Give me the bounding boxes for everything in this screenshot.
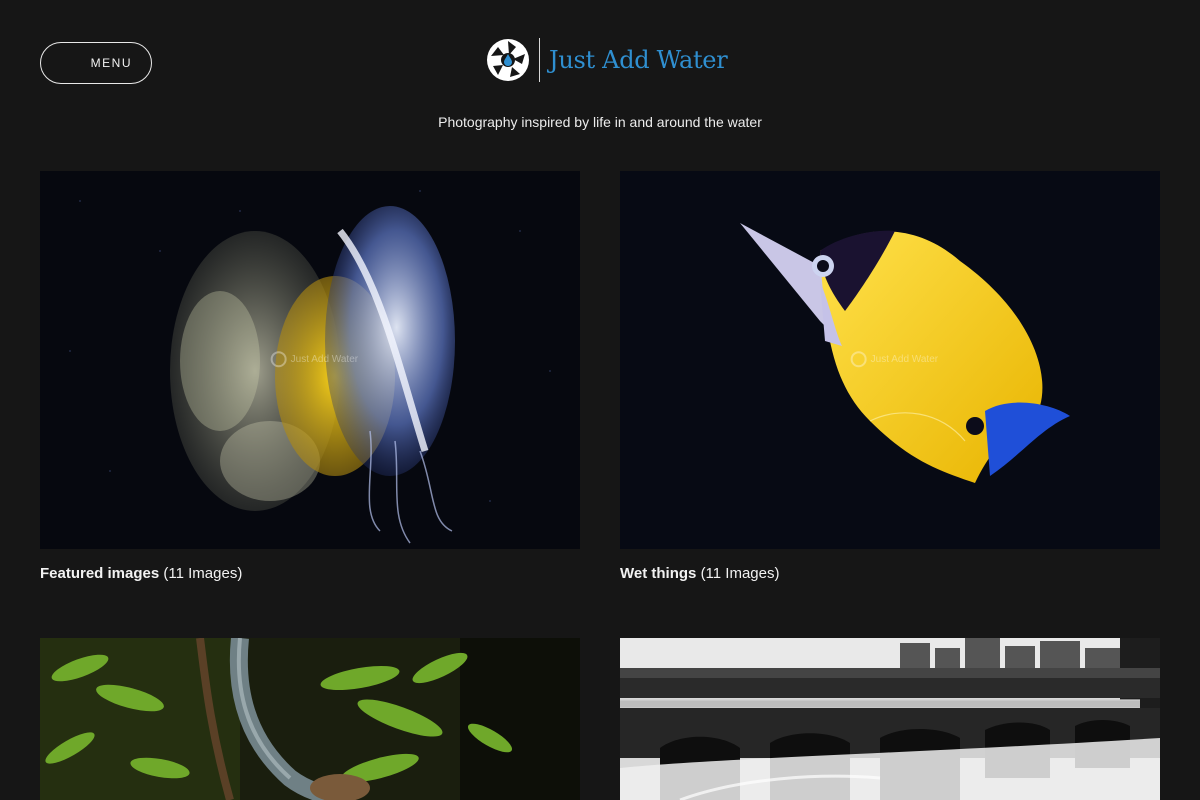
photo-watermark: Just Add Water [270, 351, 359, 368]
gallery-thumbnail-dam[interactable] [620, 638, 1160, 800]
menu-button[interactable]: MENU [40, 42, 152, 84]
watermark-logo-icon [270, 351, 287, 368]
logo-text: Just Add Water [549, 46, 728, 74]
aperture-logo-icon [487, 39, 529, 81]
gallery-caption[interactable]: Wet things (11 Images) [620, 565, 1160, 582]
gallery-image-count: (11 Images) [163, 565, 243, 582]
watermark-logo-icon [850, 351, 867, 368]
gallery-title[interactable]: Wet things [620, 565, 696, 582]
gallery-card-wet-things[interactable]: Just Add Water Wet things (11 Images) [620, 171, 1160, 582]
watermark-text: Just Add Water [290, 353, 359, 365]
gallery-card-featured[interactable]: Just Add Water Featured images (11 Image… [40, 171, 580, 582]
gallery-thumbnail-fern[interactable] [40, 638, 580, 800]
green-fern-branch-photo [40, 638, 580, 800]
gallery-caption[interactable]: Featured images (11 Images) [40, 565, 580, 582]
gallery-image-count: (11 Images) [700, 565, 780, 582]
gallery-card-3[interactable] [40, 638, 580, 800]
gallery-thumbnail-jellyfish[interactable]: Just Add Water [40, 171, 580, 549]
gallery-card-4[interactable] [620, 638, 1160, 800]
photo-watermark: Just Add Water [850, 351, 939, 368]
site-tagline: Photography inspired by life in and arou… [438, 114, 762, 130]
black-white-dam-bridge-photo [620, 638, 1160, 800]
logo-divider [539, 38, 540, 82]
gallery-thumbnail-fish[interactable]: Just Add Water [620, 171, 1160, 549]
watermark-text: Just Add Water [870, 353, 939, 365]
gallery-title[interactable]: Featured images [40, 565, 159, 582]
site-logo[interactable]: Just Add Water [486, 37, 728, 83]
page: MENU Just Add Water Photography inspired… [0, 0, 1200, 800]
